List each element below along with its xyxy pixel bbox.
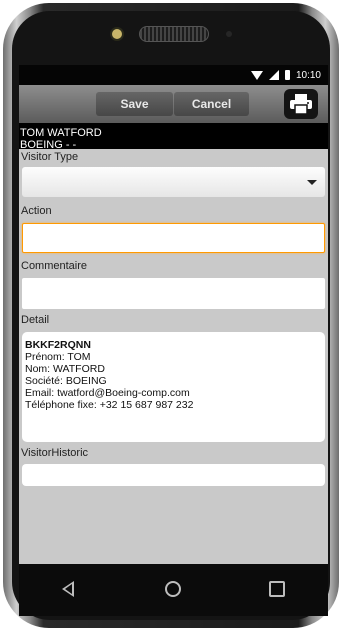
save-button[interactable]: Save: [96, 92, 173, 116]
visitor-code: BKKF2RQNN: [25, 339, 91, 351]
home-icon[interactable]: [165, 581, 181, 597]
battery-icon: [284, 70, 290, 80]
commentaire-input[interactable]: [22, 278, 325, 309]
historic-label: VisitorHistoric: [21, 447, 89, 459]
detail-label: Detail: [21, 314, 50, 326]
status-time: 10:10: [295, 69, 321, 81]
proximity-sensor: [226, 31, 232, 37]
cancel-button[interactable]: Cancel: [174, 92, 249, 116]
visitor-name: TOM WATFORD: [20, 127, 102, 139]
app-screen: 10:10 Save Cancel TOM WATFORD BOEING - -…: [19, 65, 328, 564]
cell-signal-icon: [268, 70, 279, 80]
detail-line-phone: Téléphone fixe: +32 15 687 987 232: [25, 399, 194, 411]
detail-box: BKKF2RQNN Prénom: TOM Nom: WATFORD Socié…: [22, 332, 325, 442]
android-nav-bar: [19, 564, 328, 616]
printer-icon: [290, 94, 312, 115]
detail-line-firstname: Prénom: TOM: [25, 351, 91, 363]
wifi-icon: [250, 70, 263, 80]
status-bar: 10:10: [19, 65, 328, 85]
commentaire-label: Commentaire: [21, 260, 88, 272]
visitor-type-select[interactable]: [22, 167, 325, 197]
back-icon-inner: [65, 584, 72, 594]
detail-line-company: Société: BOEING: [25, 375, 107, 387]
action-input[interactable]: [22, 223, 325, 253]
detail-line-lastname: Nom: WATFORD: [25, 363, 105, 375]
action-label: Action: [21, 205, 52, 217]
front-camera: [112, 29, 122, 39]
print-button[interactable]: [284, 89, 318, 119]
recent-apps-icon[interactable]: [269, 581, 285, 597]
action-toolbar: Save Cancel: [19, 85, 328, 123]
visitor-type-label: Visitor Type: [21, 151, 79, 163]
visitor-historic-field[interactable]: [22, 464, 325, 486]
earpiece-speaker: [139, 26, 209, 42]
visitor-header: TOM WATFORD BOEING - -: [19, 123, 328, 151]
dropdown-arrow-icon: [307, 180, 317, 185]
detail-line-email: Email: twatford@Boeing-comp.com: [25, 387, 190, 399]
